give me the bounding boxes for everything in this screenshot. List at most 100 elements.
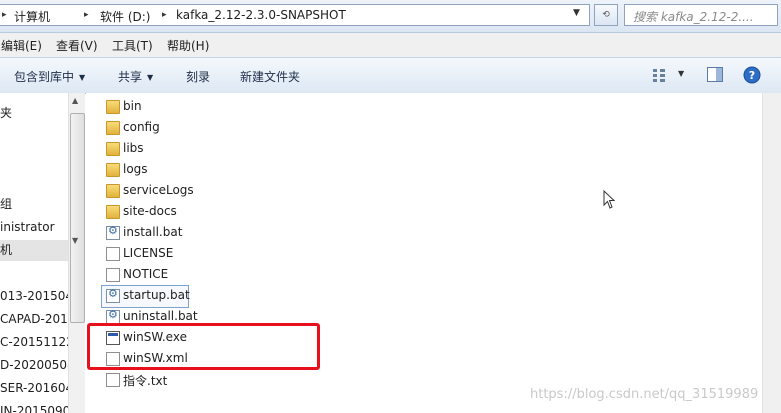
- include-in-library-label: 包含到库中: [14, 70, 75, 84]
- folder-icon: [106, 184, 120, 198]
- menu-bar: 编辑(E) 查看(V) 工具(T) 帮助(H): [0, 33, 781, 57]
- share-button[interactable]: 共享 ▼: [118, 68, 153, 85]
- nav-item[interactable]: CAPAD-2018: [0, 309, 68, 330]
- file-name: libs: [123, 141, 144, 155]
- chevron-down-icon: ▼: [79, 73, 86, 82]
- nav-item-label: C-20151122: [0, 335, 68, 349]
- scroll-down-icon[interactable]: ▼: [72, 236, 78, 245]
- chevron-down-icon: ▼: [678, 69, 685, 78]
- file-name: serviceLogs: [123, 183, 194, 197]
- file-row-notice[interactable]: NOTICE: [102, 265, 222, 286]
- nav-item-label: D-20200508: [0, 358, 68, 372]
- search-input[interactable]: 搜索 kafka_2.12-2....: [624, 4, 778, 26]
- folder-icon: [106, 142, 120, 156]
- breadcrumb-separator[interactable]: ▸: [2, 10, 7, 20]
- file-name: LICENSE: [123, 246, 174, 260]
- new-folder-button[interactable]: 新建文件夹: [240, 68, 300, 85]
- view-options-button[interactable]: ▼: [652, 66, 686, 84]
- nav-item[interactable]: 夹: [0, 103, 68, 124]
- nav-item[interactable]: [0, 145, 68, 166]
- scroll-up-icon[interactable]: ▲: [72, 96, 78, 105]
- file-row-config[interactable]: config: [102, 118, 222, 139]
- file-icon: [106, 373, 120, 387]
- file-row-startup-bat[interactable]: startup.bat: [101, 285, 190, 308]
- file-name: logs: [123, 162, 148, 176]
- refresh-icon: ⟲: [602, 10, 610, 20]
- menu-edit[interactable]: 编辑(E): [1, 37, 42, 54]
- nav-item-label: 机: [0, 243, 13, 257]
- file-name: bin: [123, 99, 142, 113]
- navigation-pane: 夹 组 inistrator 机 013-2015040 CAPAD-2018 …: [0, 93, 68, 413]
- share-label: 共享: [118, 70, 143, 84]
- file-row-bin[interactable]: bin: [102, 97, 222, 118]
- nav-item[interactable]: 013-2015040: [0, 286, 68, 307]
- nav-item[interactable]: 组: [0, 194, 68, 215]
- nav-item[interactable]: IN-2015090: [0, 401, 68, 413]
- folder-icon: [106, 205, 120, 219]
- nav-item-label: 013-2015040: [0, 289, 68, 303]
- breadcrumb-separator[interactable]: ▸: [84, 10, 89, 20]
- nav-item[interactable]: D-20200508: [0, 355, 68, 376]
- file-name: 指令.txt: [123, 374, 168, 388]
- file-row-install-bat[interactable]: install.bat: [102, 223, 222, 244]
- file-row-servicelogs[interactable]: serviceLogs: [102, 181, 222, 202]
- nav-item-label: inistrator: [0, 220, 55, 234]
- file-name: install.bat: [123, 225, 183, 239]
- nav-item[interactable]: C-20151122: [0, 332, 68, 353]
- file-row-site-docs[interactable]: site-docs: [102, 202, 222, 223]
- menu-view[interactable]: 查看(V): [56, 37, 98, 54]
- help-button[interactable]: ?: [743, 66, 761, 87]
- burn-button[interactable]: 刻录: [186, 68, 210, 85]
- file-name: startup.bat: [123, 288, 190, 302]
- include-in-library-button[interactable]: 包含到库中 ▼: [14, 68, 85, 85]
- nav-item[interactable]: [0, 166, 68, 187]
- file-name: uninstall.bat: [123, 309, 198, 323]
- nav-item-computer[interactable]: 机: [0, 240, 68, 261]
- highlight-annotation: [87, 323, 320, 370]
- svg-text:?: ?: [749, 69, 755, 82]
- refresh-button[interactable]: ⟲: [594, 4, 618, 26]
- nav-item-label: 夹: [0, 106, 13, 120]
- address-field[interactable]: ▸ 计算机 ▸ 软件 (D:) ▸ kafka_2.12-2.3.0-SNAPS…: [0, 4, 590, 26]
- view-icon: [653, 69, 665, 82]
- command-bar: 包含到库中 ▼ 共享 ▼ 刻录 新建文件夹 ▼ ?: [0, 57, 781, 94]
- breadcrumb-folder[interactable]: kafka_2.12-2.3.0-SNAPSHOT: [176, 8, 346, 22]
- nav-item[interactable]: inistrator: [0, 217, 68, 238]
- nav-item[interactable]: [0, 124, 68, 145]
- nav-item[interactable]: [0, 263, 68, 284]
- search-placeholder: 搜索 kafka_2.12-2....: [633, 10, 754, 24]
- nav-scrollbar[interactable]: ▲ ▼: [68, 93, 85, 413]
- folder-icon: [106, 100, 120, 114]
- breadcrumb-separator[interactable]: ▸: [162, 10, 167, 20]
- file-row-libs[interactable]: libs: [102, 139, 222, 160]
- file-name: site-docs: [123, 204, 177, 218]
- file-row-license[interactable]: LICENSE: [102, 244, 222, 265]
- mouse-cursor-icon: [603, 190, 615, 209]
- nav-item-label: CAPAD-2018: [0, 312, 68, 326]
- menu-help[interactable]: 帮助(H): [167, 37, 209, 54]
- file-list-scrollbar[interactable]: [762, 93, 781, 413]
- chevron-down-icon: ▼: [147, 73, 154, 82]
- file-name: NOTICE: [123, 267, 169, 281]
- batch-file-icon: [106, 287, 120, 303]
- menu-tools[interactable]: 工具(T): [112, 37, 153, 54]
- preview-pane-button[interactable]: [707, 67, 723, 85]
- folder-icon: [106, 121, 120, 135]
- batch-file-icon: [106, 224, 120, 240]
- file-icon: [106, 247, 120, 261]
- nav-item-label: SER-201604: [0, 381, 68, 395]
- file-row-instructions-txt[interactable]: 指令.txt: [102, 370, 222, 391]
- nav-item[interactable]: SER-201604: [0, 378, 68, 399]
- address-bar: ▸ 计算机 ▸ 软件 (D:) ▸ kafka_2.12-2.3.0-SNAPS…: [0, 0, 781, 33]
- nav-item-label: 组: [0, 197, 13, 211]
- help-icon: ?: [743, 66, 761, 84]
- preview-pane-icon: [707, 67, 723, 82]
- file-row-logs[interactable]: logs: [102, 160, 222, 181]
- address-dropdown-icon[interactable]: ▼: [573, 8, 580, 18]
- scroll-thumb[interactable]: [70, 113, 85, 323]
- file-icon: [106, 268, 120, 282]
- breadcrumb-computer[interactable]: 计算机: [14, 8, 50, 25]
- batch-file-icon: [106, 308, 120, 324]
- folder-icon: [106, 163, 120, 177]
- breadcrumb-drive[interactable]: 软件 (D:): [100, 8, 150, 25]
